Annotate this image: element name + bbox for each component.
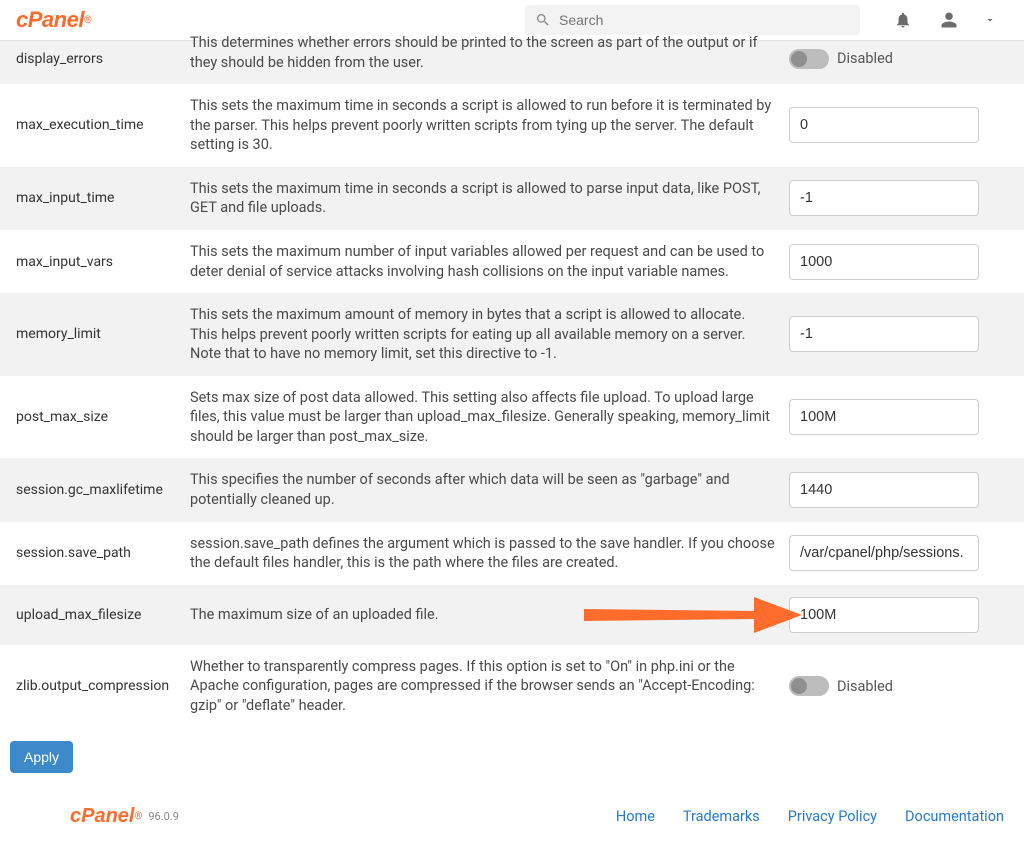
search-input[interactable]	[559, 12, 850, 28]
setting-control	[789, 535, 1014, 571]
setting-desc: This sets the maximum time in seconds a …	[190, 96, 789, 155]
setting-input[interactable]	[789, 597, 979, 633]
setting-name: max_execution_time	[10, 117, 190, 133]
setting-control	[789, 399, 1014, 435]
setting-input[interactable]	[789, 244, 979, 280]
setting-desc: session.save_path defines the argument w…	[190, 534, 789, 573]
caret-down-icon[interactable]	[980, 14, 1000, 26]
setting-row: max_execution_timeThis sets the maximum …	[0, 84, 1024, 167]
setting-desc: This sets the maximum number of input va…	[190, 242, 789, 281]
setting-input[interactable]	[789, 472, 979, 508]
setting-row: zlib.output_compressionWhether to transp…	[0, 645, 1024, 728]
setting-input[interactable]	[789, 180, 979, 216]
setting-name: session.save_path	[10, 545, 190, 561]
setting-input[interactable]	[789, 535, 979, 571]
apply-button[interactable]: Apply	[10, 741, 73, 773]
setting-name: session.gc_maxlifetime	[10, 482, 190, 498]
footer: cPanel® 96.0.9 HomeTrademarksPrivacy Pol…	[0, 793, 1024, 846]
setting-control: Disabled	[789, 676, 1014, 696]
user-icon[interactable]	[934, 11, 964, 29]
setting-desc: The maximum size of an uploaded file.	[190, 605, 789, 625]
setting-desc: This sets the maximum amount of memory i…	[190, 305, 789, 364]
setting-toggle[interactable]: Disabled	[789, 49, 1014, 69]
notifications-icon[interactable]	[888, 11, 918, 29]
php-options-table: display_errorsThis determines whether er…	[0, 41, 1024, 727]
setting-name: display_errors	[10, 51, 190, 67]
setting-row: max_input_timeThis sets the maximum time…	[0, 167, 1024, 230]
footer-link[interactable]: Trademarks	[683, 808, 760, 825]
setting-input[interactable]	[789, 399, 979, 435]
search-box[interactable]	[525, 5, 860, 35]
setting-row: session.gc_maxlifetimeThis specifies the…	[0, 458, 1024, 521]
setting-name: max_input_time	[10, 190, 190, 206]
setting-row: max_input_varsThis sets the maximum numb…	[0, 230, 1024, 293]
setting-toggle[interactable]: Disabled	[789, 676, 1014, 696]
footer-link[interactable]: Home	[616, 808, 655, 825]
footer-link[interactable]: Documentation	[905, 808, 1004, 825]
logo-text: cPanel	[16, 7, 84, 33]
setting-name: max_input_vars	[10, 254, 190, 270]
setting-name: memory_limit	[10, 326, 190, 342]
toggle-label: Disabled	[837, 678, 893, 695]
setting-row: post_max_sizeSets max size of post data …	[0, 376, 1024, 459]
footer-logo: cPanel	[70, 805, 134, 828]
setting-desc: Whether to transparently compress pages.…	[190, 657, 789, 716]
setting-desc: This sets the maximum time in seconds a …	[190, 179, 789, 218]
footer-links: Home Trademarks Privacy Policy Documentatio…	[616, 808, 1004, 825]
setting-name: upload_max_filesize	[10, 607, 190, 623]
setting-name: zlib.output_compression	[10, 678, 190, 694]
logo[interactable]: cPanel®	[16, 7, 92, 33]
setting-desc: Sets max size of post data allowed. This…	[190, 388, 789, 447]
search-icon	[535, 12, 551, 28]
setting-control	[789, 472, 1014, 508]
setting-row: memory_limitThis sets the maximum amount…	[0, 293, 1024, 376]
setting-row: display_errorsThis determines whether er…	[0, 41, 1024, 84]
setting-row: session.save_pathsession.save_path defin…	[0, 522, 1024, 585]
setting-control	[789, 597, 1014, 633]
setting-input[interactable]	[789, 316, 979, 352]
setting-input[interactable]	[789, 107, 979, 143]
actions: Apply	[0, 727, 1024, 793]
setting-control	[789, 107, 1014, 143]
setting-control	[789, 180, 1014, 216]
setting-name: post_max_size	[10, 409, 190, 425]
footer-version: 96.0.9	[148, 810, 179, 823]
toggle-label: Disabled	[837, 50, 893, 67]
setting-desc: This specifies the number of seconds aft…	[190, 470, 789, 509]
footer-link[interactable]: Privacy Policy	[788, 808, 877, 825]
setting-row: upload_max_filesizeThe maximum size of a…	[0, 585, 1024, 645]
setting-desc: This determines whether errors should be…	[190, 33, 789, 72]
setting-control	[789, 244, 1014, 280]
setting-control	[789, 316, 1014, 352]
setting-control: Disabled	[789, 49, 1014, 69]
